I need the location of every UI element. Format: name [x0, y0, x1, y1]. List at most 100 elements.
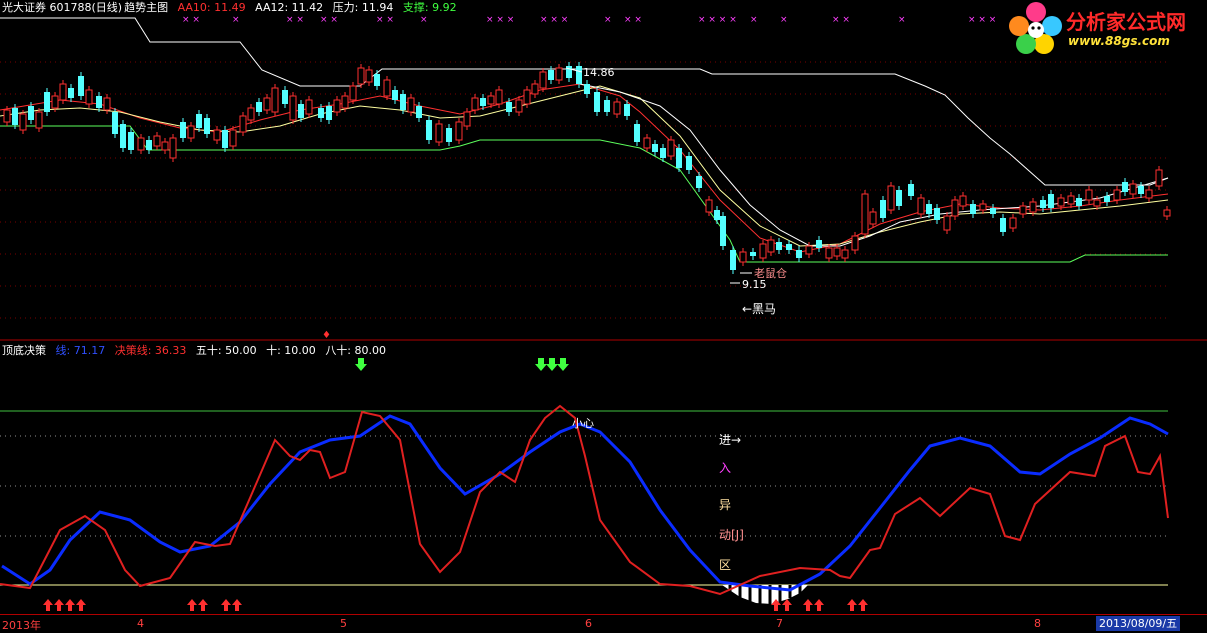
- candle-body: [1009, 217, 1017, 229]
- current-date[interactable]: 2013/08/09/五: [1096, 616, 1181, 631]
- candle-body: [730, 250, 736, 270]
- candle-body: [990, 208, 996, 214]
- candle-body: [1129, 183, 1137, 195]
- candle-body: [816, 240, 822, 248]
- candle-body: [446, 128, 452, 142]
- candle-body: [696, 176, 702, 188]
- candle-body: [480, 98, 486, 106]
- candle-body: [908, 184, 914, 196]
- candle-body: [341, 95, 349, 109]
- candle-body: [146, 140, 152, 150]
- candle-body: [298, 104, 304, 118]
- candle-body: [767, 239, 775, 253]
- candle-body: [180, 122, 186, 138]
- candle-body: [349, 85, 357, 101]
- svg-text:× × × ×: × × × ×: [698, 15, 737, 25]
- candle-body: [951, 199, 959, 217]
- down-arrow-icon: [546, 358, 558, 371]
- candle-body: [652, 144, 658, 152]
- candle-body: [400, 94, 406, 110]
- candle-body: [1122, 182, 1128, 192]
- candle-body: [374, 74, 380, 86]
- candle-body: [1104, 196, 1110, 202]
- svg-text:×: ×: [420, 15, 428, 25]
- candle-body: [365, 69, 373, 83]
- candle-body: [112, 112, 118, 134]
- candle-body: [548, 70, 554, 80]
- candle-body: [1048, 194, 1054, 208]
- candle-body: [96, 96, 102, 108]
- candle-body: [660, 148, 666, 158]
- candle-body: [51, 95, 59, 109]
- candle-body: [1040, 200, 1046, 208]
- candle-body: [1057, 197, 1065, 207]
- candle-body: [383, 79, 391, 97]
- candle-body: [1076, 198, 1082, 206]
- candle-body: [495, 89, 503, 105]
- candle-body: [68, 88, 74, 98]
- candle-body: [44, 92, 50, 112]
- candle-body: [59, 83, 67, 101]
- candle-body: [435, 123, 443, 143]
- side-word-3: 异: [719, 498, 732, 512]
- candle-body: [934, 208, 940, 220]
- up-arrow-icon: [65, 599, 75, 611]
- up-arrow-icon: [782, 599, 792, 611]
- candle-body: [841, 249, 849, 259]
- x-axis: [0, 614, 1207, 633]
- ma-red-line: [0, 83, 1169, 253]
- pressure-line: [0, 17, 1169, 186]
- up-arrow-icon: [803, 599, 813, 611]
- candle-body: [786, 244, 792, 250]
- cang-note: 老鼠仓: [754, 266, 787, 280]
- svg-text:×: ×: [750, 15, 758, 25]
- up-arrow-icon: [221, 599, 231, 611]
- candle-body: [12, 108, 18, 125]
- candle-body: [750, 252, 756, 256]
- candle-body: [1019, 205, 1027, 215]
- candle-body: [282, 90, 288, 104]
- up-arrow-icon: [858, 599, 868, 611]
- svg-text:×: ×: [604, 15, 612, 25]
- candle-body: [531, 83, 539, 95]
- candle-body: [463, 111, 471, 127]
- candle-body: [705, 199, 713, 213]
- candle-body: [128, 132, 134, 150]
- red-decision-line: [0, 404, 1169, 596]
- candle-body: [103, 97, 111, 111]
- candle-body: [455, 121, 463, 141]
- high-label: 14.86: [583, 66, 615, 79]
- x-label-year: 2013年: [2, 619, 41, 632]
- candle-body: [196, 114, 202, 128]
- red-up-arrows: [43, 599, 868, 611]
- candle-body: [1093, 199, 1101, 207]
- candle-body: [222, 130, 228, 148]
- svg-text:× ×: × ×: [832, 15, 850, 25]
- up-arrow-icon: [198, 599, 208, 611]
- up-arrow-icon: [187, 599, 197, 611]
- candle-body: [333, 99, 341, 113]
- candle-body: [714, 210, 720, 220]
- candle-body: [667, 139, 675, 157]
- candle-body: [851, 235, 859, 251]
- top-grid: [0, 61, 1170, 319]
- candle-body: [35, 111, 43, 129]
- up-arrow-icon: [43, 599, 53, 611]
- candle-body: [416, 106, 422, 118]
- candle-body: [229, 129, 237, 147]
- side-word-5: 区: [719, 558, 732, 572]
- candle-body: [471, 97, 479, 111]
- chart-canvas[interactable]: × × × × × × × × × × × × × × × × × × × × × × × × …: [0, 0, 1207, 632]
- candle-body: [576, 66, 582, 84]
- candle-body: [85, 89, 93, 105]
- candle-body: [1155, 169, 1163, 187]
- candle-body: [959, 195, 967, 207]
- candle-body: [426, 120, 432, 140]
- candle-body: [776, 242, 782, 250]
- side-word-4: 动[J]: [719, 528, 744, 542]
- candle-body: [1163, 209, 1171, 217]
- up-arrow-icon: [814, 599, 824, 611]
- candle-body: [318, 108, 324, 118]
- candle-body: [1029, 201, 1037, 213]
- candle-body: [392, 90, 398, 100]
